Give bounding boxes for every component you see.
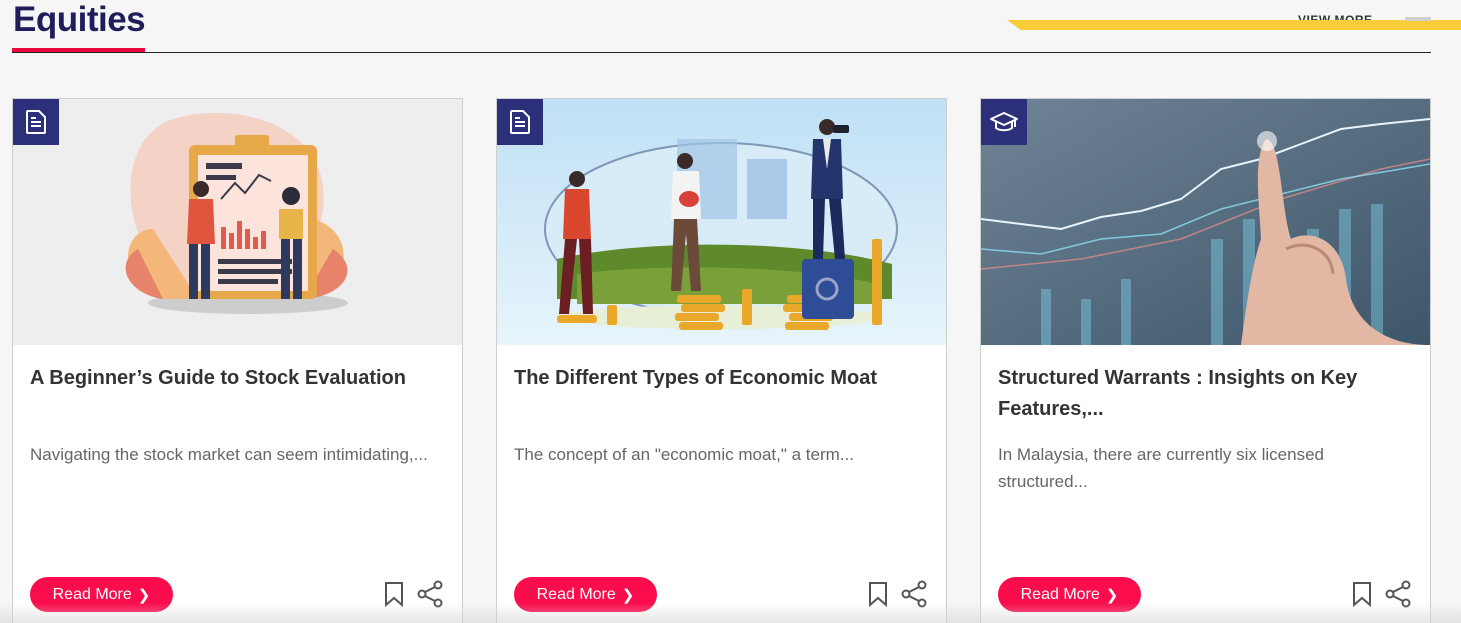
document-icon bbox=[26, 110, 46, 134]
chevron-right-icon: ❯ bbox=[621, 586, 635, 604]
article-title[interactable]: A Beginner’s Guide to Stock Evaluation bbox=[30, 363, 440, 394]
view-more-link[interactable]: VIEW MORE bbox=[1298, 11, 1373, 20]
article-card[interactable]: Structured Warrants : Insights on Key Fe… bbox=[980, 98, 1431, 623]
article-type-badge bbox=[13, 99, 59, 145]
article-card[interactable]: The Different Types of Economic Moat The… bbox=[496, 98, 947, 623]
document-icon bbox=[510, 110, 530, 134]
article-card[interactable]: A Beginner’s Guide to Stock Evaluation N… bbox=[12, 98, 463, 623]
read-more-label: Read More bbox=[536, 585, 616, 603]
bottom-fade bbox=[0, 603, 1461, 623]
header-divider bbox=[12, 52, 1431, 53]
graduation-cap-icon bbox=[990, 112, 1018, 132]
article-image[interactable] bbox=[981, 99, 1430, 345]
article-type-badge bbox=[497, 99, 543, 145]
article-excerpt: The concept of an "economic moat," a ter… bbox=[514, 445, 854, 464]
yellow-accent-stripe bbox=[1007, 20, 1461, 30]
view-more-arrow-icon[interactable] bbox=[1405, 17, 1431, 21]
article-type-badge bbox=[981, 99, 1027, 145]
article-image[interactable] bbox=[497, 99, 946, 345]
article-image[interactable] bbox=[13, 99, 462, 345]
article-title[interactable]: The Different Types of Economic Moat bbox=[514, 363, 924, 394]
chevron-right-icon: ❯ bbox=[137, 586, 151, 604]
read-more-label: Read More bbox=[1020, 585, 1100, 603]
article-title[interactable]: Structured Warrants : Insights on Key Fe… bbox=[998, 363, 1408, 425]
section-title: Equities bbox=[13, 0, 146, 39]
chevron-right-icon: ❯ bbox=[1105, 586, 1119, 604]
read-more-label: Read More bbox=[52, 585, 132, 603]
article-excerpt: In Malaysia, there are currently six lic… bbox=[998, 445, 1324, 491]
article-excerpt: Navigating the stock market can seem int… bbox=[30, 445, 428, 464]
section-header: Equities VIEW MORE bbox=[12, 0, 1461, 54]
